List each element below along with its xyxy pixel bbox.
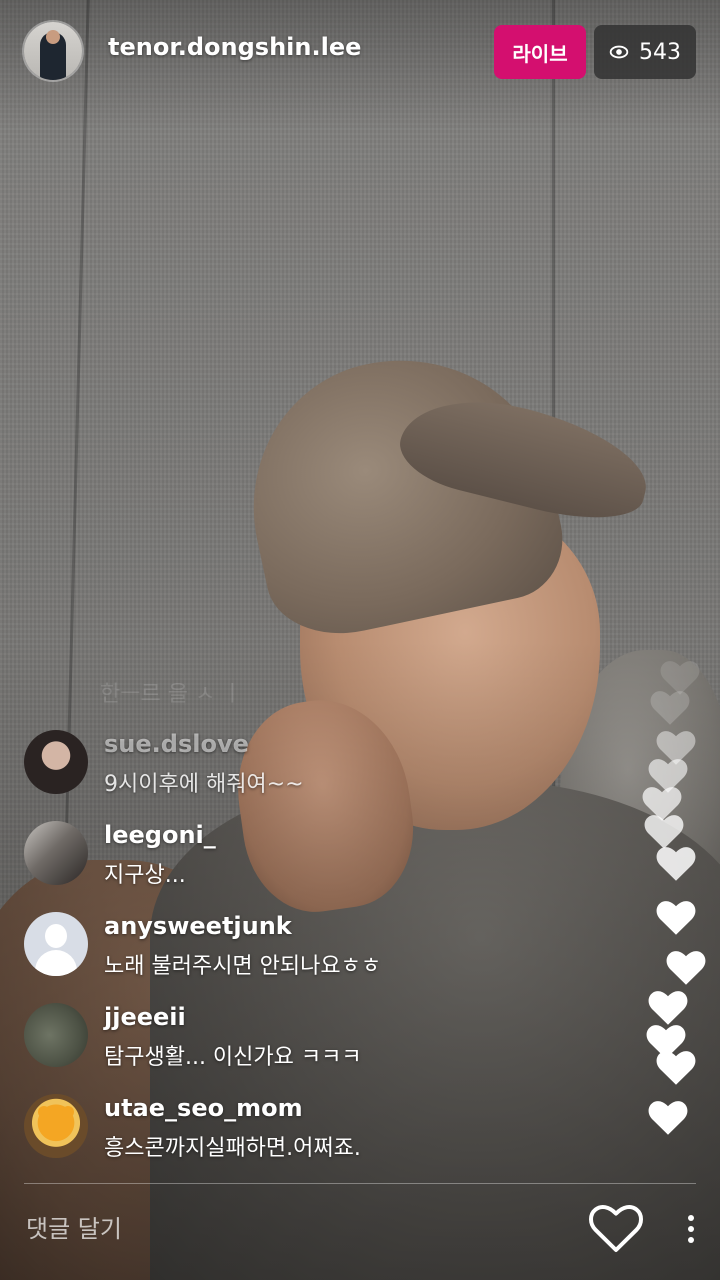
commenter-avatar[interactable] xyxy=(24,912,88,976)
comment-item: utae_seo_mom 흥스콘까지실패하면.어쩌죠. xyxy=(24,1094,524,1174)
commenter-avatar[interactable] xyxy=(24,1003,88,1067)
commenter-avatar[interactable] xyxy=(24,1094,88,1158)
heart-outline-icon xyxy=(588,1204,644,1258)
live-video xyxy=(0,0,720,1280)
comment-text: 9시이후에 해줘여~~ xyxy=(104,772,304,797)
more-options-button[interactable] xyxy=(672,1204,710,1254)
comment-item: leegoni_ 지구상... xyxy=(24,821,524,901)
comment-text: 탐구생활... 이신가요 ㅋㅋㅋ xyxy=(104,1045,362,1070)
live-stream-screen: tenor.dongshin.lee 라이브 543 한ㅡ르 을 ㅅ ㅣ sue… xyxy=(0,0,720,1280)
commenter-avatar[interactable] xyxy=(24,821,88,885)
default-avatar-body xyxy=(35,950,77,976)
comment-bar-divider xyxy=(24,1183,696,1184)
avatar-ear xyxy=(62,1106,74,1118)
host-avatar-figure xyxy=(40,30,66,80)
heart-icon xyxy=(644,814,684,850)
commenter-username[interactable]: jjeeeii xyxy=(104,1003,186,1031)
vertical-dots-icon xyxy=(688,1215,694,1221)
heart-icon xyxy=(648,990,688,1026)
comment-item: sue.dslove 9시이후에 해줘여~~ xyxy=(24,730,524,810)
heart-icon xyxy=(656,1050,696,1086)
live-header: tenor.dongshin.lee 라이브 543 xyxy=(0,0,720,110)
comment-item: anysweetjunk 노래 불러주시면 안되나요ㅎㅎ xyxy=(24,912,524,992)
faded-comment: 한ㅡ르 을 ㅅ ㅣ xyxy=(100,682,243,707)
viewer-count-badge[interactable]: 543 xyxy=(594,25,696,79)
commenter-username[interactable]: anysweetjunk xyxy=(104,912,292,940)
heart-icon xyxy=(648,1100,688,1136)
commenter-username[interactable]: leegoni_ xyxy=(104,821,216,849)
like-button[interactable] xyxy=(588,1202,644,1254)
host-username[interactable]: tenor.dongshin.lee xyxy=(108,33,361,61)
heart-icon xyxy=(656,846,696,882)
live-badge: 라이브 xyxy=(494,25,586,79)
comment-input[interactable] xyxy=(24,1196,548,1262)
eye-icon xyxy=(609,42,629,62)
host-avatar[interactable] xyxy=(24,22,82,80)
heart-icon xyxy=(656,900,696,936)
heart-icon xyxy=(650,690,690,726)
vertical-dots-icon xyxy=(688,1237,694,1243)
commenter-avatar[interactable] xyxy=(24,730,88,794)
comment-item: jjeeeii 탐구생활... 이신가요 ㅋㅋㅋ xyxy=(24,1003,524,1083)
avatar-ear xyxy=(38,1106,50,1118)
commenter-username[interactable]: sue.dslove xyxy=(104,730,249,758)
heart-icon xyxy=(666,950,706,986)
commenter-username[interactable]: utae_seo_mom xyxy=(104,1094,303,1122)
default-avatar-head xyxy=(45,924,67,948)
comment-text: 노래 불러주시면 안되나요ㅎㅎ xyxy=(104,954,382,979)
vertical-dots-icon xyxy=(688,1226,694,1232)
comment-text: 지구상... xyxy=(104,863,186,888)
comment-text: 흥스콘까지실패하면.어쩌죠. xyxy=(104,1136,361,1161)
viewer-count: 543 xyxy=(639,39,681,65)
